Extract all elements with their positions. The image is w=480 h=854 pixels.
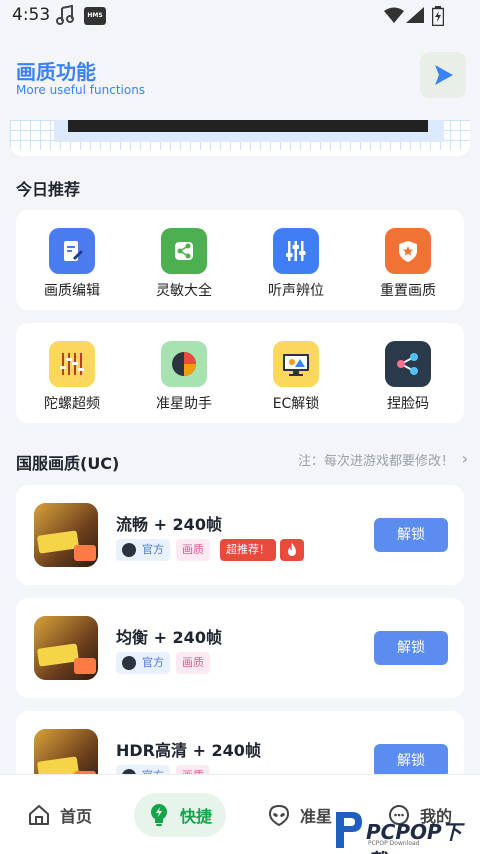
- fire-icon: [280, 539, 304, 561]
- watermark: PCPOP下载 PCPOP Download: [330, 806, 480, 854]
- monitor-icon: [273, 341, 319, 387]
- header: 画质功能 More useful functions: [0, 32, 480, 120]
- today-card-row1: 画质编辑 灵敏大全 听声辨位 重置画质: [16, 210, 464, 310]
- pcpop-logo-icon: [336, 812, 362, 848]
- game-thumbnail: [34, 503, 98, 567]
- nav-label-home: 首页: [60, 807, 93, 826]
- official-icon: [122, 656, 136, 670]
- grid-item-crosshair-helper[interactable]: 准星助手: [128, 327, 240, 417]
- alien-icon: [268, 804, 290, 826]
- share-icon: [161, 228, 207, 274]
- tag-recommended: 超推荐！: [220, 539, 276, 561]
- section-title-cn-quality: 国服画质(UC): [16, 454, 120, 473]
- hms-icon: HMS: [84, 7, 106, 25]
- edit-document-icon: [49, 228, 95, 274]
- status-time: 4:53: [12, 5, 51, 25]
- grid-item-reset-quality[interactable]: 重置画质: [352, 214, 464, 304]
- section-title-today: 今日推荐: [16, 180, 81, 199]
- equalizer-icon: [273, 228, 319, 274]
- grid-label: 陀螺超频: [44, 396, 100, 412]
- page-subtitle: More useful functions: [16, 83, 146, 97]
- share-nodes-icon: [385, 341, 431, 387]
- page-title: 画质功能: [16, 60, 96, 84]
- grid-label: 灵敏大全: [156, 283, 212, 299]
- grid-label: 重置画质: [380, 283, 436, 299]
- nav-label-quick: 快捷: [180, 807, 213, 826]
- tag-official: 官方: [116, 539, 170, 561]
- nav-home[interactable]: 首页: [28, 793, 92, 837]
- status-bar: 4:53 HMS: [0, 0, 480, 32]
- music-note-icon: [56, 5, 74, 25]
- grid-item-sensitivity[interactable]: 灵敏大全: [128, 214, 240, 304]
- quality-title: 均衡 + 240帧: [116, 628, 222, 647]
- grid-label: 画质编辑: [44, 283, 100, 299]
- game-thumbnail: [34, 616, 98, 680]
- grid-label: 听声辨位: [268, 283, 324, 299]
- watermark-subtext: PCPOP Download: [368, 840, 420, 847]
- unlock-button[interactable]: 解锁: [374, 518, 448, 552]
- today-card-row2: 陀螺超频 准星助手 EC解锁 捏脸码: [16, 323, 464, 423]
- banner-image-dark: [68, 120, 428, 132]
- quality-item-balanced: 均衡 + 240帧 官方 画质 解锁: [16, 598, 464, 698]
- pie-chart-icon: [161, 341, 207, 387]
- tag-official: 官方: [116, 652, 170, 674]
- play-icon: [435, 65, 453, 85]
- unlock-button[interactable]: 解锁: [374, 744, 448, 778]
- battery-charging-icon: [432, 6, 444, 26]
- grid-label: 捏脸码: [387, 396, 429, 412]
- tag-quality: 画质: [176, 539, 210, 561]
- home-icon: [29, 805, 49, 825]
- sliders-icon: [49, 341, 95, 387]
- quality-item-smooth: 流畅 + 240帧 官方 画质 超推荐！ 解锁: [16, 485, 464, 585]
- grid-item-quality-edit[interactable]: 画质编辑: [16, 214, 128, 304]
- lightbulb-icon: [151, 804, 167, 826]
- note-text[interactable]: 注：每次进游戏都要修改！: [298, 450, 454, 469]
- grid-label: 准星助手: [156, 396, 212, 412]
- banner[interactable]: [10, 120, 470, 156]
- official-icon: [122, 543, 136, 557]
- watermark-text: PCPOP下载: [366, 820, 462, 854]
- quality-title: 流畅 + 240帧: [116, 515, 222, 534]
- nav-crosshair[interactable]: 准星: [268, 793, 332, 837]
- grid-item-gyro[interactable]: 陀螺超频: [16, 327, 128, 417]
- grid-label: EC解锁: [272, 396, 320, 412]
- grid-item-ec-unlock[interactable]: EC解锁: [240, 327, 352, 417]
- nav-quick[interactable]: 快捷: [134, 793, 227, 837]
- play-button[interactable]: [420, 52, 466, 98]
- wifi-icon: [384, 7, 404, 23]
- chevron-right-icon[interactable]: ›: [462, 449, 468, 468]
- shield-star-icon: [385, 228, 431, 274]
- signal-icon: [406, 7, 424, 23]
- nav-label-crosshair: 准星: [300, 807, 333, 826]
- quality-title: HDR高清 + 240帧: [116, 741, 261, 760]
- unlock-button[interactable]: 解锁: [374, 631, 448, 665]
- grid-item-face-code[interactable]: 捏脸码: [352, 327, 464, 417]
- tag-quality: 画质: [176, 652, 210, 674]
- grid-item-sound-locate[interactable]: 听声辨位: [240, 214, 352, 304]
